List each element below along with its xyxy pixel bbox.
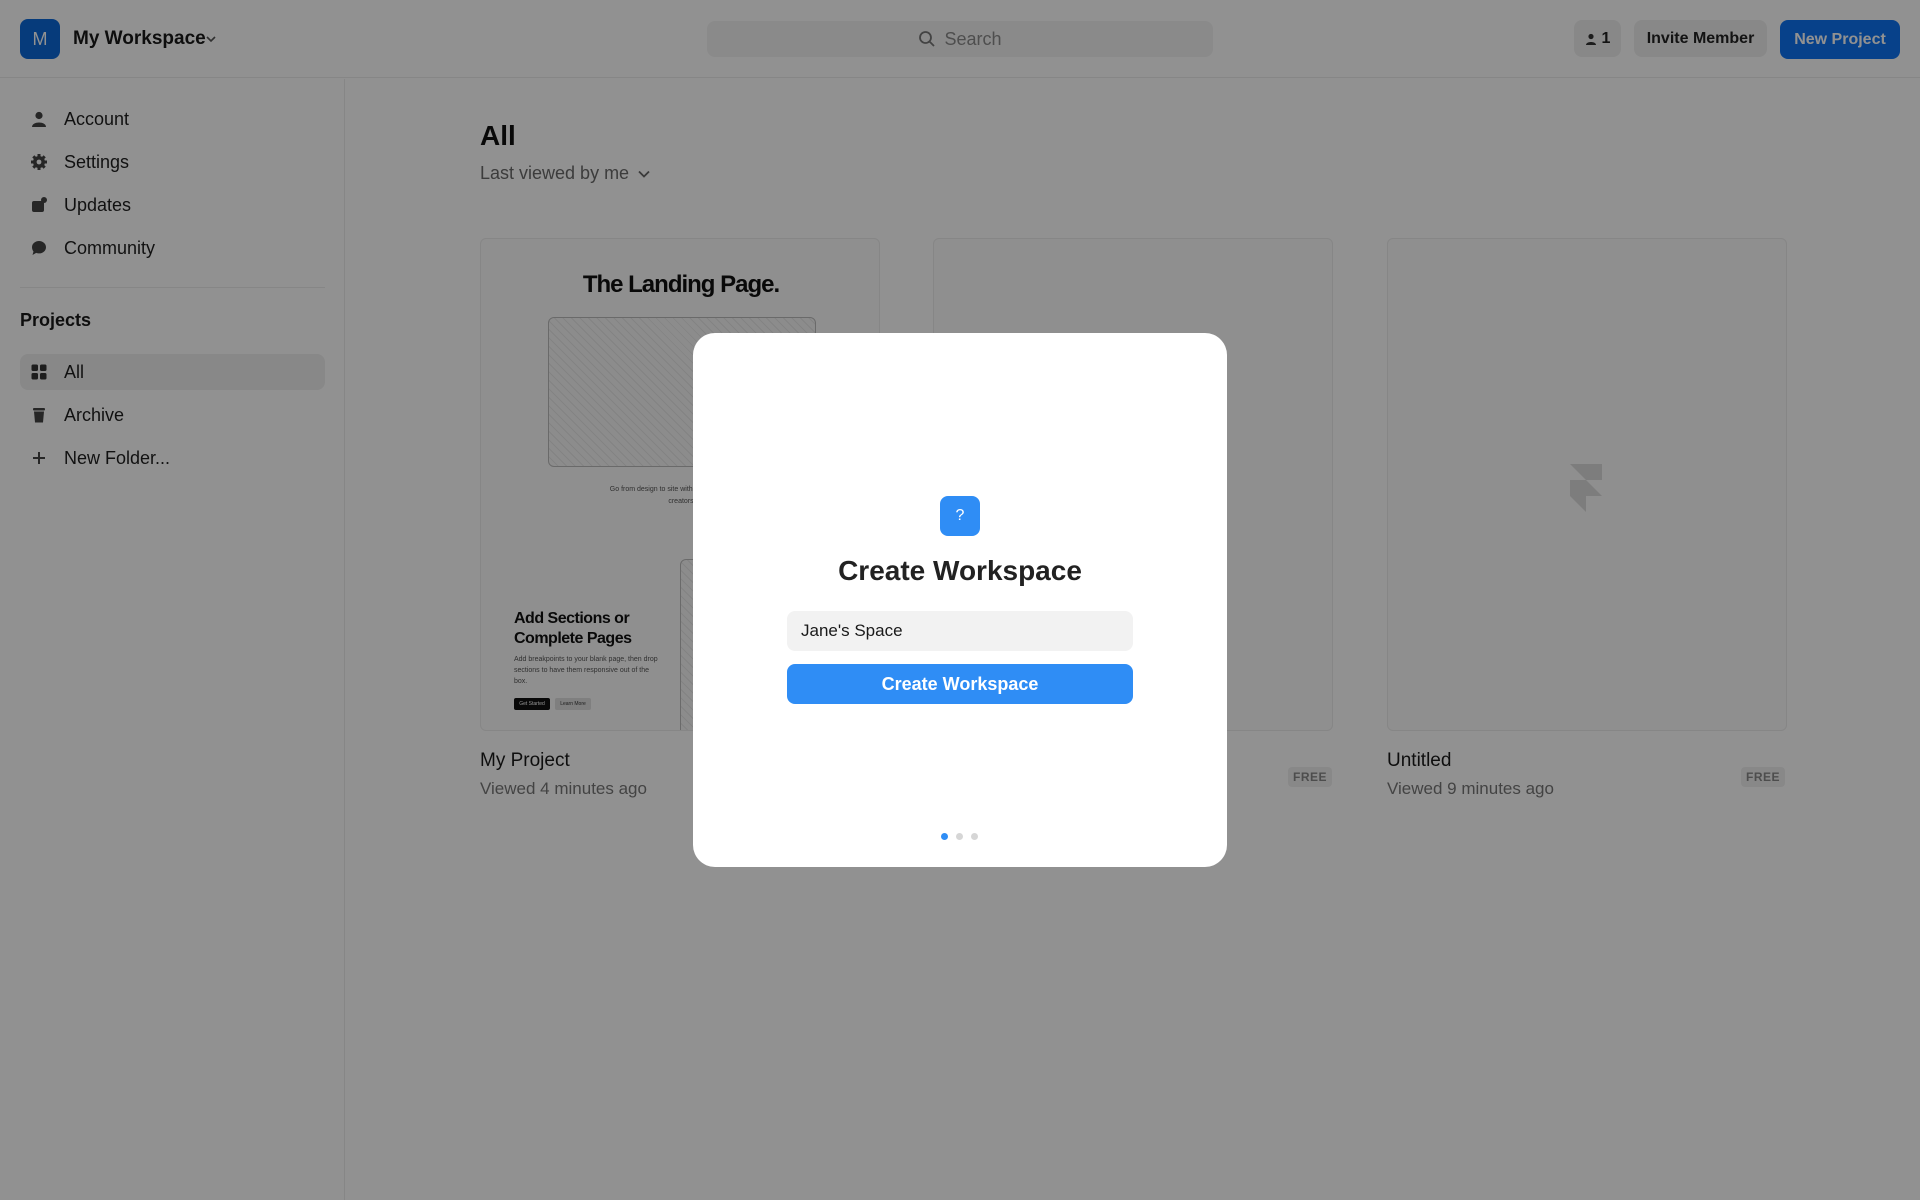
create-workspace-modal: ? Create Workspace Create Workspace: [693, 333, 1227, 867]
pagination-dot[interactable]: [971, 833, 978, 840]
pagination-dot-active[interactable]: [941, 833, 948, 840]
help-icon: ?: [940, 496, 980, 536]
create-workspace-button[interactable]: Create Workspace: [787, 664, 1133, 704]
pagination-dot[interactable]: [956, 833, 963, 840]
modal-title: Create Workspace: [838, 555, 1082, 586]
pagination-dots: [941, 833, 978, 840]
workspace-name-input[interactable]: [787, 611, 1133, 651]
